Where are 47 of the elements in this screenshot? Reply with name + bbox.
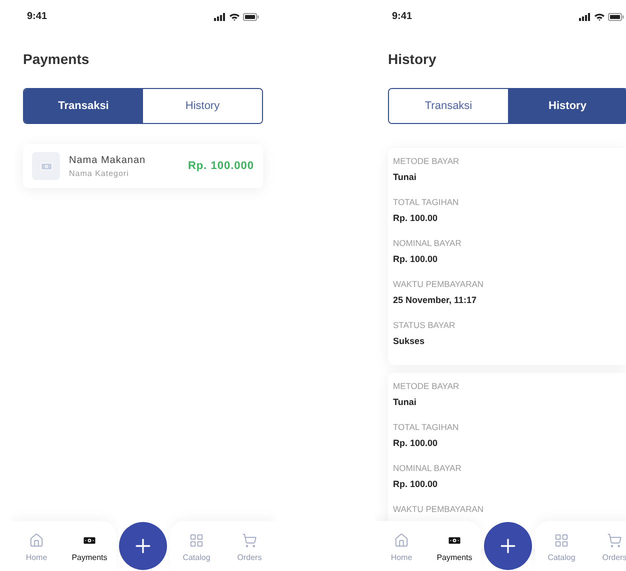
field-value: Rp. 100.00 [393,212,439,224]
field-label: NOMINAL BAYAR [393,237,462,250]
page-title: Payments [23,50,90,69]
battery-icon [608,12,624,20]
nav-tab[interactable]: Catalog [538,529,586,564]
field-value: Rp. 100.00 [393,253,439,265]
battery-icon [243,12,259,20]
wifi-icon [594,12,605,20]
signal-icon [579,12,591,20]
field-label: WAKTU PEMBAYARAN [393,503,485,516]
field-value: 25 November, 11:17 [393,294,478,306]
grid-icon [554,533,569,548]
transaction-card[interactable]: Nama Makanan Nama Kategori Rp. 100.000 [23,144,263,188]
nav-tab[interactable]: Catalog [172,529,220,564]
field-value: Tunai [393,171,418,183]
home-icon [29,533,44,548]
cart-icon [242,533,257,548]
home-icon [394,533,409,548]
nav-tab[interactable]: Payments [66,529,114,564]
page-title: History [388,50,438,69]
field-label: TOTAL TAGIHAN [393,196,460,209]
grid-icon [189,533,204,548]
segment-tab[interactable]: History [508,89,626,123]
field-label: STATUS BAYAR [393,319,456,332]
item-amount: Rp. 100.000 [188,158,254,174]
field-label: METODE BAYAR [393,380,460,393]
nav-tab[interactable]: Orders [590,529,626,564]
field-label: NOMINAL BAYAR [393,462,462,475]
add-button[interactable] [484,522,532,570]
segment-tab[interactable]: Transaksi [24,89,143,123]
wifi-icon [229,12,240,20]
nav-tab[interactable]: Payments [430,529,478,564]
field-label: TOTAL TAGIHAN [393,421,460,434]
add-button[interactable] [119,522,167,570]
status-time: 9:41 [27,10,48,24]
item-category: Nama Kategori [69,168,130,180]
field-value: Sukses [393,335,426,347]
field-value: Rp. 100.00 [393,478,439,490]
status-time: 9:41 [392,10,412,24]
signal-icon [214,12,226,20]
item-name: Nama Makanan [69,154,146,168]
cart-icon [607,533,622,548]
field-value: Tunai [393,396,418,408]
field-label: METODE BAYAR [393,155,460,168]
field-label: WAKTU PEMBAYARAN [393,278,485,291]
field-value: Rp. 100.00 [393,437,439,449]
nav-tab[interactable]: Orders [226,529,274,564]
